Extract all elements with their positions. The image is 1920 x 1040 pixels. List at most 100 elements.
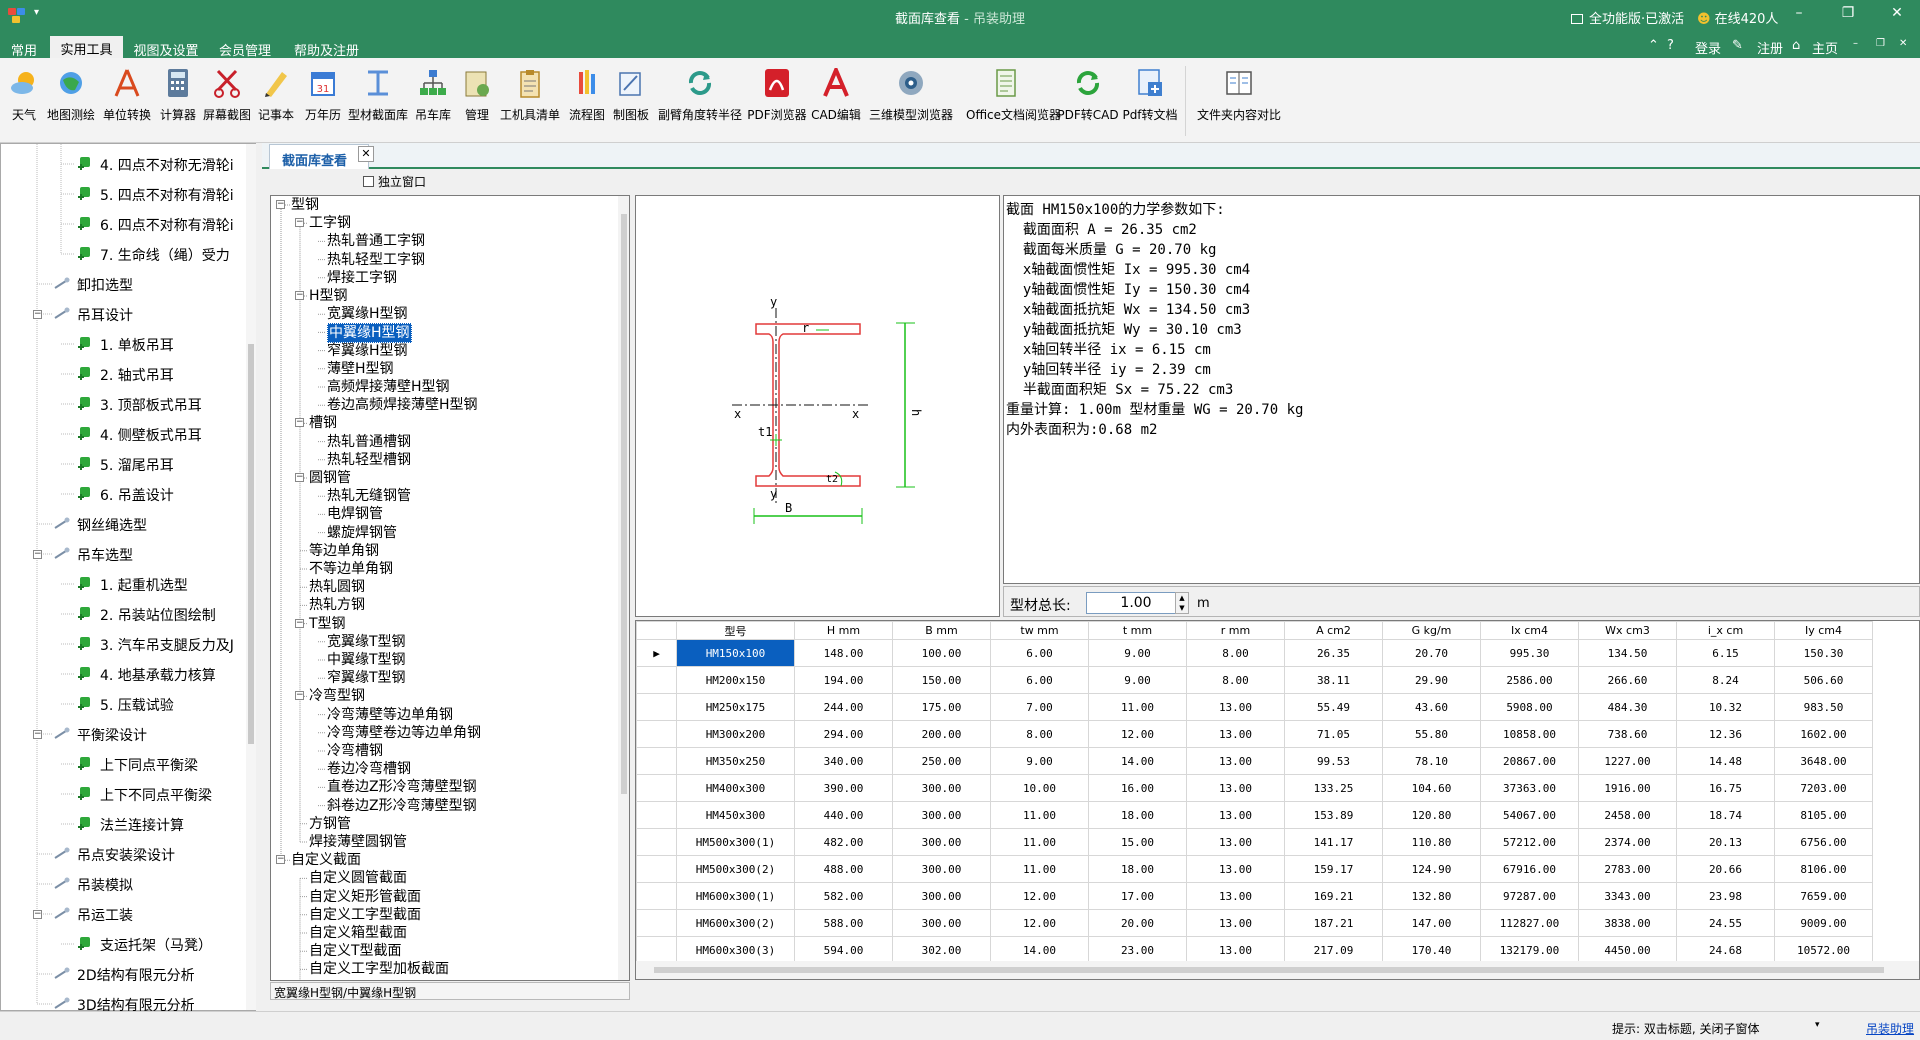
table-row[interactable]: HM600x300(3) 594.00 302.00 14.00 23.00 13.00 2… [636,936,1873,964]
section-tree-item[interactable]: 型钢 [291,196,319,214]
column-header[interactable]: H mm [794,621,893,640]
section-tree-item[interactable]: 焊接薄壁圆钢管 [309,833,407,851]
table-row[interactable]: HM350x250 340.00 250.00 9.00 14.00 13.00 99.53… [636,747,1873,775]
table-row[interactable]: HM600x300(1) 582.00 300.00 12.00 17.00 13.00 1… [636,882,1873,910]
section-tree-item[interactable]: 卷边冷弯槽钢 [327,760,411,778]
section-tree-item[interactable]: 热轧轻型槽钢 [327,451,411,469]
tree-collapse-toggle[interactable]: − [33,310,42,319]
table-cell[interactable]: 18.00 [1088,801,1187,829]
table-cell[interactable]: 10858.00 [1480,720,1579,748]
table-cell[interactable]: HM200x150 [676,666,795,694]
table-cell[interactable]: 124.90 [1382,855,1481,883]
tab-help-register[interactable]: 帮助及注册 [285,37,368,59]
table-cell[interactable]: HM450x300 [676,801,795,829]
table-cell[interactable]: 37363.00 [1480,774,1579,802]
section-tree-toggle[interactable]: − [295,618,304,628]
table-cell[interactable]: 738.60 [1578,720,1677,748]
status-dropdown-icon[interactable]: ▾ [1815,1020,1820,1030]
table-cell[interactable]: 17.00 [1088,882,1187,910]
table-cell[interactable]: 8105.00 [1774,801,1873,829]
section-tree-item[interactable]: 中翼缘T型钢 [327,651,406,669]
table-cell[interactable]: 8.24 [1676,666,1775,694]
table-cell[interactable]: 132.80 [1382,882,1481,910]
table-cell[interactable]: 390.00 [794,774,893,802]
tab-section-library-view[interactable]: 截面库查看 [269,144,369,169]
section-tree-item[interactable]: 中翼缘H型钢 [327,323,412,344]
close-tab-button[interactable]: ✕ [358,146,374,162]
home-link[interactable]: 主页 [1812,38,1838,57]
minimize-button[interactable]: – [1784,5,1814,21]
section-tree-scroll-thumb[interactable] [621,214,627,794]
drawing-board-button[interactable]: 制图板 [613,60,649,130]
boom-angle-button[interactable]: 副臂角度转半径 [658,60,742,130]
table-cell[interactable]: 8.00 [1186,666,1285,694]
table-cell[interactable]: 300.00 [892,774,991,802]
table-cell[interactable]: 134.50 [1578,639,1677,667]
table-cell[interactable]: HM150x100 [676,639,795,667]
table-cell[interactable]: HM600x300(1) [676,882,795,910]
table-cell[interactable]: 13.00 [1186,693,1285,721]
section-tree-item[interactable]: 槽钢 [309,414,337,432]
table-cell[interactable]: 20.13 [1676,828,1775,856]
section-tree-item[interactable]: 自定义箱型截面 [309,924,407,942]
table-cell[interactable]: 13.00 [1186,774,1285,802]
section-tree-item[interactable]: 窄翼缘H型钢 [327,342,408,360]
table-cell[interactable]: 13.00 [1186,828,1285,856]
cad-edit-button[interactable]: CAD编辑 [811,60,861,130]
table-cell[interactable]: 13.00 [1186,855,1285,883]
table-cell[interactable]: HM600x300(3) [676,936,795,964]
table-cell[interactable]: 1916.00 [1578,774,1677,802]
table-cell[interactable]: 488.00 [794,855,893,883]
table-cell[interactable]: 1227.00 [1578,747,1677,775]
section-tree-item[interactable]: 圆钢管 [309,469,351,487]
table-cell[interactable]: 141.17 [1284,828,1383,856]
tree-collapse-toggle[interactable]: − [33,550,42,559]
row-header[interactable]: ▶ [636,639,677,667]
mdi-close-icon[interactable]: ✕ [1899,38,1907,49]
table-cell[interactable]: 71.05 [1284,720,1383,748]
section-tree-item[interactable]: 热轧方钢 [309,596,365,614]
table-cell[interactable]: 170.40 [1382,936,1481,964]
table-cell[interactable]: HM300x200 [676,720,795,748]
table-cell[interactable]: 3838.00 [1578,909,1677,937]
table-cell[interactable]: 484.30 [1578,693,1677,721]
function-tree-scrollbar[interactable] [246,144,256,1010]
table-cell[interactable]: 16.75 [1676,774,1775,802]
section-tree-item[interactable]: 工字钢 [309,214,351,232]
table-cell[interactable]: 300.00 [892,909,991,937]
edit-icon[interactable]: ✎ [1732,38,1743,53]
table-cell[interactable]: 20.70 [1382,639,1481,667]
table-cell[interactable]: 10572.00 [1774,936,1873,964]
total-length-input[interactable]: 1.00 [1086,592,1186,614]
spin-down-icon[interactable]: ▼ [1176,603,1188,613]
section-tree-item[interactable]: 高频焊接薄壁H型钢 [327,378,450,396]
table-cell[interactable]: 13.00 [1186,882,1285,910]
table-cell[interactable]: 11.00 [990,855,1089,883]
table-cell[interactable]: 55.49 [1284,693,1383,721]
table-cell[interactable]: 23.98 [1676,882,1775,910]
column-header[interactable]: Iy cm4 [1774,621,1873,640]
unit-convert-button[interactable]: 单位转换 [103,60,151,130]
section-tree-item[interactable]: 卷边高频焊接薄壁H型钢 [327,396,478,414]
section-tree-item[interactable]: 冷弯薄壁等边单角钢 [327,706,453,724]
status-app-link[interactable]: 吊装助理 [1866,1020,1914,1037]
section-tree-item[interactable]: 热轧普通工字钢 [327,232,425,250]
close-window-button[interactable]: ✕ [1882,5,1912,21]
section-tree-item[interactable]: 焊接工字钢 [327,269,397,287]
tab-view-settings[interactable]: 视图及设置 [126,37,206,59]
table-cell[interactable]: 112827.00 [1480,909,1579,937]
table-cell[interactable]: 11.00 [1088,693,1187,721]
section-tree-item[interactable]: 热轧无缝钢管 [327,487,411,505]
register-link[interactable]: 注册 [1757,38,1783,57]
table-cell[interactable]: 133.25 [1284,774,1383,802]
column-header[interactable]: B mm [892,621,991,640]
table-cell[interactable]: 9009.00 [1774,909,1873,937]
table-cell[interactable]: 2458.00 [1578,801,1677,829]
table-cell[interactable]: 300.00 [892,882,991,910]
tab-common[interactable]: 常用 [0,37,48,59]
table-cell[interactable]: 9.00 [1088,639,1187,667]
table-cell[interactable]: 175.00 [892,693,991,721]
section-tree-item[interactable]: 自定义不对称工字型截面 [309,979,463,981]
table-cell[interactable]: 300.00 [892,801,991,829]
table-cell[interactable]: 7.00 [990,693,1089,721]
